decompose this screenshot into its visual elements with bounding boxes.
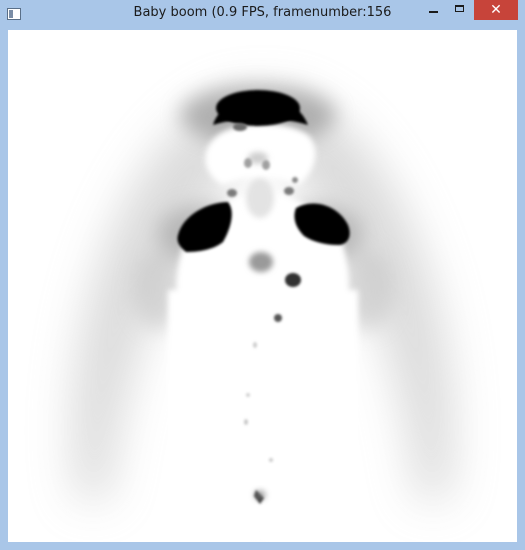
maximize-button[interactable] [446,0,474,20]
close-icon: ✕ [490,2,502,18]
simulation-canvas[interactable] [8,30,517,542]
application-window: Baby boom (0.9 FPS, framenumber:156 ✕ [0,0,525,550]
minimize-button[interactable] [418,0,448,20]
close-button[interactable]: ✕ [474,0,518,20]
title-bar[interactable]: Baby boom (0.9 FPS, framenumber:156 ✕ [0,0,525,30]
simulation-render [8,30,517,542]
maximize-icon [455,5,464,12]
minimize-icon [429,11,438,13]
